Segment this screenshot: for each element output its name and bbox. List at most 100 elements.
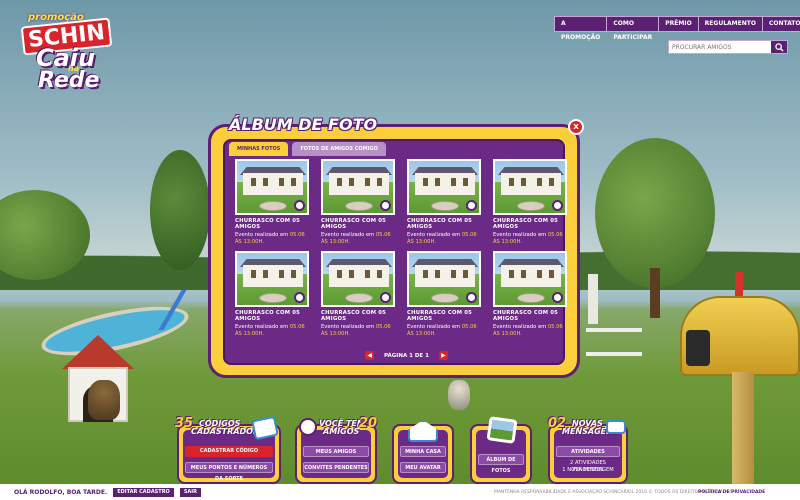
points-and-numbers-button[interactable]: MEUS PONTOS E NÚMEROS DA SORTE <box>185 462 273 482</box>
house-widget: MINHA CASA MEU AVATAR <box>392 420 454 484</box>
garden-gnome <box>448 380 470 410</box>
friends-heading-2: AMIGOS <box>323 427 360 436</box>
event-time: ÀS 13:00H. <box>407 331 436 337</box>
friend-search <box>668 40 788 54</box>
pagination: ◀ PÁGINA 1 DE 1 ▶ <box>365 351 448 360</box>
next-page-button[interactable]: ▶ <box>438 351 448 360</box>
tab-fotos-de-amigos[interactable]: FOTOS DE AMIGOS COMIGO <box>292 142 386 156</box>
event-date: 05.06 <box>289 324 305 330</box>
photo-thumbnail[interactable] <box>235 159 309 215</box>
event-time: ÀS 13:00H. <box>235 239 264 245</box>
pending-invites-button[interactable]: CONVITES PENDENTES <box>303 462 369 473</box>
event-label: Evento realizado em <box>407 232 461 238</box>
photo-grid: CHURRASCO COM 05 AMIGOS Evento realizado … <box>231 159 567 339</box>
photo-card[interactable]: CHURRASCO COM 05 AMIGOS Evento realizado … <box>317 251 397 339</box>
photo-thumbnail[interactable] <box>321 251 395 307</box>
photo-album-icon <box>486 416 518 444</box>
zoom-icon[interactable] <box>380 292 391 303</box>
nav-regulamento[interactable]: REGULAMENTO <box>699 17 763 31</box>
event-time: ÀS 13:00H. <box>407 239 436 245</box>
codes-widget: 35 CÓDIGOS CADASTRADOS CADASTRAR CÓDIGO … <box>175 415 281 484</box>
event-date: 05.06 <box>375 232 391 238</box>
album-tabs: MINHAS FOTOS FOTOS DE AMIGOS COMIGO <box>229 142 386 156</box>
garden-bench <box>586 328 642 356</box>
photo-card[interactable]: CHURRASCO COM 05 AMIGOS Evento realizado … <box>317 159 397 247</box>
caiu-na-rede-logo[interactable]: promoção SCHIN Caiu na Rede <box>10 6 113 93</box>
nav-como-participar[interactable]: COMO PARTICIPAR <box>607 17 660 41</box>
thumb-fountain <box>345 293 373 303</box>
zoom-icon[interactable] <box>552 200 563 211</box>
zoom-icon[interactable] <box>552 292 563 303</box>
logout-button[interactable]: SAIR <box>179 487 201 497</box>
search-friends-input[interactable] <box>669 41 771 53</box>
friends-icon <box>299 418 317 436</box>
zoom-icon[interactable] <box>466 292 477 303</box>
mailbox-opening <box>686 330 710 366</box>
photo-card[interactable]: CHURRASCO COM 05 AMIGOS Evento realizado … <box>489 159 569 247</box>
photo-thumbnail[interactable] <box>235 251 309 307</box>
my-avatar-button[interactable]: MEU AVATAR <box>400 462 446 473</box>
photo-thumbnail[interactable] <box>321 159 395 215</box>
zoom-icon[interactable] <box>380 200 391 211</box>
thumb-fountain <box>259 293 287 303</box>
photo-card[interactable]: CHURRASCO COM 05 AMIGOS Evento realizado … <box>403 251 483 339</box>
event-date: 05.06 <box>289 232 305 238</box>
event-time: ÀS 13:00H. <box>493 239 522 245</box>
photo-card[interactable]: CHURRASCO COM 05 AMIGOS Evento realizado … <box>489 251 569 339</box>
tree-right <box>595 138 715 288</box>
event-label: Evento realizado em <box>493 232 547 238</box>
activities-button[interactable]: ATIVIDADES <box>556 446 620 457</box>
zoom-icon[interactable] <box>466 200 477 211</box>
thumb-fountain <box>345 201 373 211</box>
dog <box>88 380 120 420</box>
zoom-icon[interactable] <box>294 292 305 303</box>
photo-event-line: Evento realizado em 05.06 <box>493 324 569 330</box>
tab-minhas-fotos[interactable]: MINHAS FOTOS <box>229 142 289 156</box>
page-indicator: PÁGINA 1 DE 1 <box>384 352 429 359</box>
friends-widget: VOCÊ TEM AMIGOS 20 MEUS AMIGOS CONVITES … <box>295 416 377 484</box>
event-date: 05.06 <box>461 232 477 238</box>
photo-card[interactable]: CHURRASCO COM 05 AMIGOS Evento realizado … <box>231 159 311 247</box>
thumb-fountain <box>431 293 459 303</box>
photo-title: CHURRASCO COM 05 AMIGOS <box>407 218 473 230</box>
photo-album-modal: ÁLBUM DE FOTO x MINHAS FOTOS FOTOS DE AM… <box>208 115 584 378</box>
event-date: 05.06 <box>461 324 477 330</box>
thumb-fountain <box>517 201 545 211</box>
photo-thumbnail[interactable] <box>407 159 481 215</box>
thumb-fountain <box>259 201 287 211</box>
photo-thumbnail[interactable] <box>493 159 567 215</box>
nav-a-promocao[interactable]: A PROMOÇÃO <box>555 17 608 41</box>
nav-contato[interactable]: CONTATO <box>763 17 800 31</box>
photo-event-line: Evento realizado em 05.06 <box>407 232 483 238</box>
register-code-button[interactable]: CADASTRAR CÓDIGO <box>185 446 273 457</box>
mailbox-post <box>732 372 754 490</box>
photo-event-line: Evento realizado em 05.06 <box>493 232 569 238</box>
photo-title: CHURRASCO COM 05 AMIGOS <box>235 310 301 322</box>
close-modal-button[interactable]: x <box>568 119 584 135</box>
house-icon <box>408 420 438 442</box>
event-label: Evento realizado em <box>321 324 375 330</box>
search-button[interactable] <box>771 41 787 53</box>
zoom-icon[interactable] <box>294 200 305 211</box>
new-message-text: 1 NOVA MENSAGEM <box>562 467 614 473</box>
photo-event-line: Evento realizado em 05.06 <box>321 324 397 330</box>
photo-thumbnail[interactable] <box>407 251 481 307</box>
photo-event-line: Evento realizado em 05.06 <box>235 232 311 238</box>
event-label: Evento realizado em <box>321 232 375 238</box>
album-panel: MINHAS FOTOS FOTOS DE AMIGOS COMIGO CHUR… <box>223 139 567 365</box>
friends-count: 20 <box>359 416 378 431</box>
prev-page-button[interactable]: ◀ <box>365 351 374 360</box>
footer-bar: OLÁ RODOLFO, BOA TARDE. EDITAR CADASTRO … <box>0 484 800 500</box>
event-time: ÀS 13:00H. <box>493 331 522 337</box>
my-house-button[interactable]: MINHA CASA <box>400 446 446 457</box>
photo-card[interactable]: CHURRASCO COM 05 AMIGOS Evento realizado … <box>231 251 311 339</box>
photo-event-line: Evento realizado em 05.06 <box>235 324 311 330</box>
edit-profile-button[interactable]: EDITAR CADASTRO <box>113 487 174 497</box>
privacy-policy-link[interactable]: POLÍTICA DE PRIVACIDADE <box>698 490 765 495</box>
photo-album-button[interactable]: ÁLBUM DE FOTOS <box>478 454 524 474</box>
my-friends-button[interactable]: MEUS AMIGOS <box>303 446 369 457</box>
photo-thumbnail[interactable] <box>493 251 567 307</box>
nav-premio[interactable]: PRÊMIO <box>659 17 699 31</box>
photo-card[interactable]: CHURRASCO COM 05 AMIGOS Evento realizado … <box>403 159 483 247</box>
codes-heading-2: CADASTRADOS <box>191 427 259 436</box>
